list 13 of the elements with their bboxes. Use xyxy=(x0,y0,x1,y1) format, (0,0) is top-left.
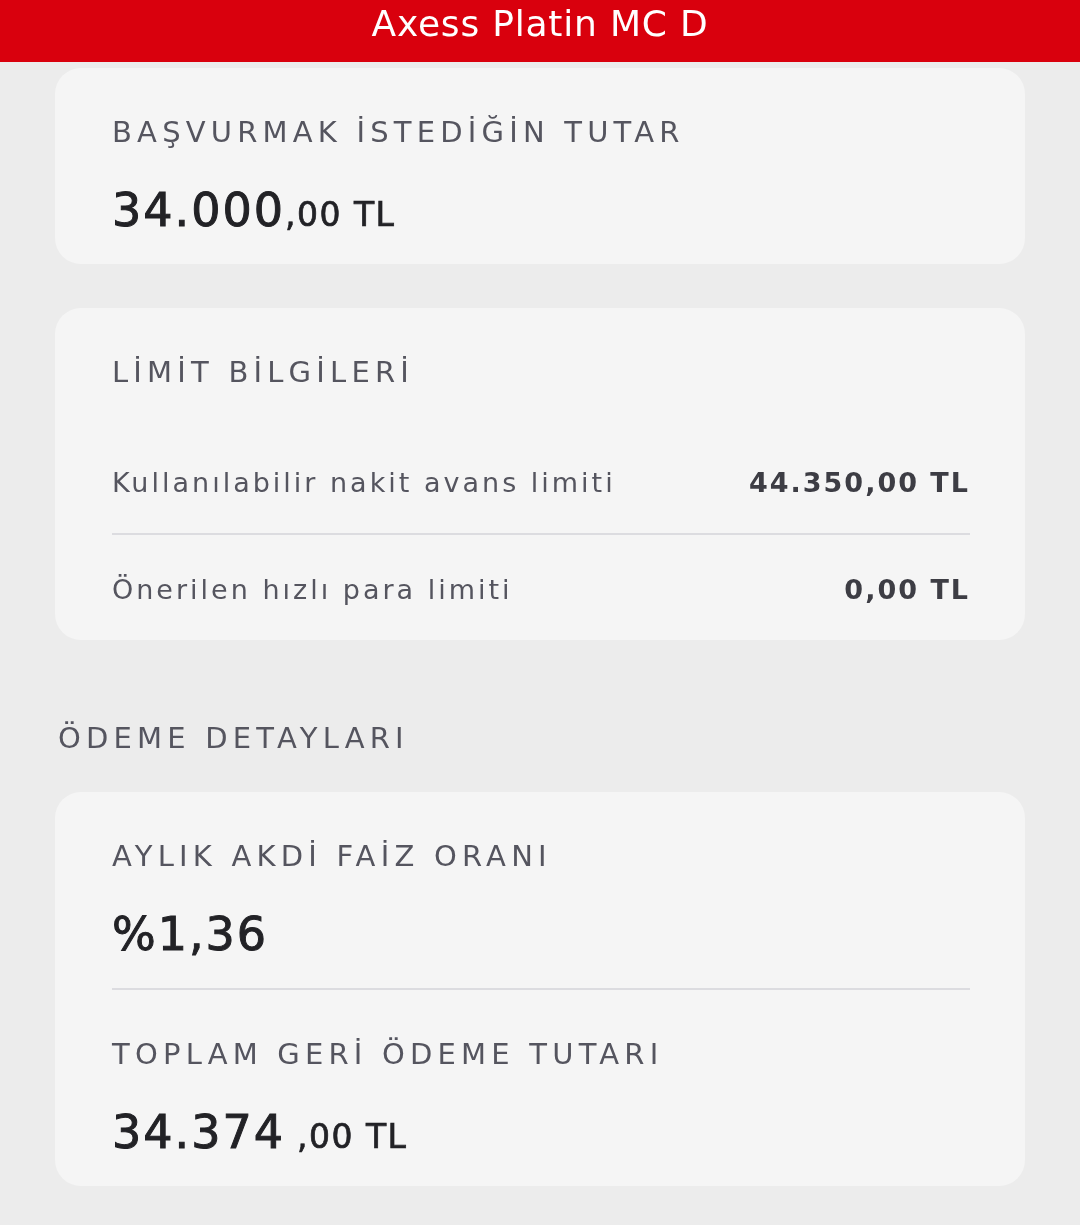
amount-value: %1,36 xyxy=(112,908,269,960)
limit-value: 0,00 TL xyxy=(844,573,970,607)
amount-value: 34.374 ,00 TL xyxy=(112,1106,408,1158)
limit-label: Önerilen hızlı para limiti xyxy=(112,573,513,607)
field-label: AYLIK AKDİ FAİZ ORANI xyxy=(112,838,552,874)
limit-label: Kullanılabilir nakit avans limiti xyxy=(112,466,616,500)
field-label: TOPLAM GERİ ÖDEME TUTARI xyxy=(112,1036,664,1072)
card-title: LİMİT BİLGİLERİ xyxy=(112,354,415,390)
field-label: BAŞVURMAK İSTEDİĞİN TUTAR xyxy=(112,114,685,150)
limit-value: 44.350,00 TL xyxy=(748,466,970,500)
amount-value: 34.000,00 TL xyxy=(112,184,396,236)
screen-title: Axess Platin MC D xyxy=(371,2,709,46)
section-title: ÖDEME DETAYLARI xyxy=(58,720,409,756)
